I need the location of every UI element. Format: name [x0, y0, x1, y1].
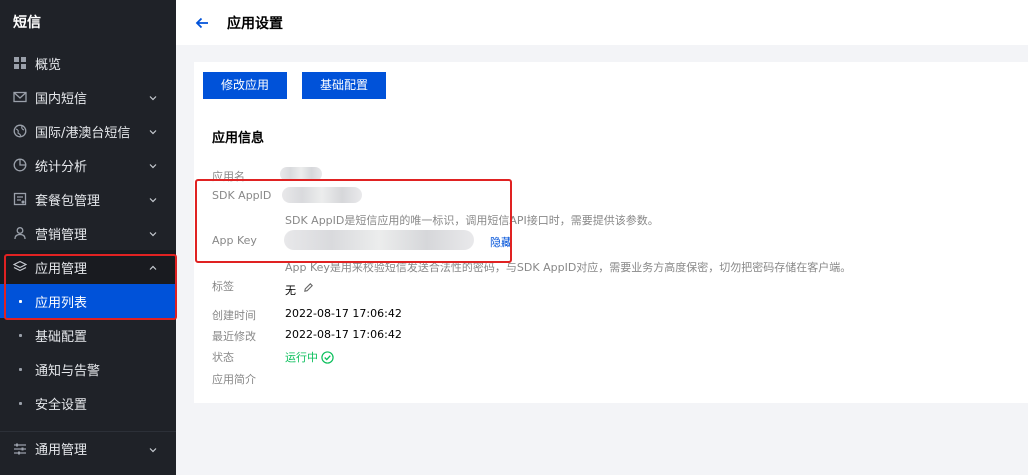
sidebar-title: 短信: [13, 15, 41, 31]
status-badge: 运行中: [285, 349, 334, 365]
sidebar-subitem-label: 应用列表: [35, 295, 88, 311]
chevron-down-icon: [148, 160, 158, 170]
chevron-down-icon: [148, 92, 158, 102]
chevron-down-icon: [148, 444, 158, 454]
chevron-down-icon: [148, 194, 158, 204]
sidebar-subitem-label: 基础配置: [35, 329, 88, 345]
globe-icon: [13, 124, 27, 138]
tag-label: 标签: [212, 280, 234, 293]
sidebar-item-general[interactable]: 通用管理: [0, 431, 176, 465]
sidebar-item-label: 国际/港澳台短信: [35, 125, 131, 141]
sidebar-item-international-sms[interactable]: 国际/港澳台短信: [0, 114, 176, 148]
sdk-appid-redacted: [282, 187, 362, 203]
sidebar-item-domestic-sms[interactable]: 国内短信: [0, 80, 176, 114]
package-icon: [13, 192, 27, 206]
app-key-label: App Key: [212, 234, 257, 247]
sidebar-item-label: 应用管理: [35, 261, 88, 277]
sidebar-subitem-label: 安全设置: [35, 397, 88, 413]
layers-icon: [13, 260, 27, 274]
sidebar-item-label: 通用管理: [35, 443, 88, 458]
sidebar-item-label: 套餐包管理: [35, 193, 101, 209]
sidebar-item-label: 统计分析: [35, 159, 88, 175]
status-text: 运行中: [285, 351, 318, 364]
sidebar-subitem-basic-config[interactable]: 基础配置: [0, 318, 176, 352]
app-name-redacted: [280, 167, 322, 181]
sliders-icon: [13, 442, 27, 456]
sidebar-item-statistics[interactable]: 统计分析: [0, 148, 176, 182]
desc-label: 应用简介: [212, 373, 256, 386]
sdk-appid-label: SDK AppID: [212, 189, 272, 202]
edit-app-button[interactable]: 修改应用: [203, 72, 288, 99]
basic-config-button[interactable]: 基础配置: [302, 72, 387, 99]
chevron-down-icon: [148, 126, 158, 136]
back-arrow-icon[interactable]: [194, 15, 210, 31]
hide-key-link[interactable]: 隐藏: [490, 234, 512, 250]
grid-icon: [13, 56, 27, 70]
sidebar-subitem-notifications[interactable]: 通知与告警: [0, 352, 176, 386]
page-title: 应用设置: [227, 15, 283, 32]
modified-value: 2022-08-17 17:06:42: [285, 328, 402, 341]
app-name-label: 应用名: [212, 170, 245, 183]
created-value: 2022-08-17 17:06:42: [285, 307, 402, 320]
mail-icon: [13, 90, 27, 104]
user-icon: [13, 226, 27, 240]
pie-chart-icon: [13, 158, 27, 172]
chevron-down-icon: [148, 228, 158, 238]
sidebar: 短信 概览 国内短信 国际/港澳台短信 统计分析 套餐包管理 营销管理 应用管理…: [0, 0, 176, 475]
sidebar-item-label: 国内短信: [35, 91, 88, 107]
section-title: 应用信息: [212, 131, 265, 146]
modified-label: 最近修改: [212, 330, 256, 343]
sdk-appid-hint: SDK AppID是短信应用的唯一标识，调用短信API接口时，需要提供该参数。: [285, 214, 659, 227]
app-key-hint: App Key是用来校验短信发送合法性的密码，与SDK AppID对应，需要业务…: [285, 261, 852, 274]
app-key-redacted: [284, 230, 474, 250]
sidebar-subitem-label: 通知与告警: [35, 363, 101, 379]
sidebar-subitem-security[interactable]: 安全设置: [0, 386, 176, 420]
edit-pencil-icon[interactable]: [303, 282, 314, 296]
sidebar-item-package[interactable]: 套餐包管理: [0, 182, 176, 216]
tag-value: 无: [285, 284, 296, 297]
created-label: 创建时间: [212, 309, 256, 322]
sidebar-item-label: 概览: [35, 57, 62, 73]
status-label: 状态: [212, 351, 234, 364]
sidebar-item-overview[interactable]: 概览: [0, 46, 176, 80]
sidebar-item-label: 营销管理: [35, 227, 88, 243]
sidebar-item-marketing[interactable]: 营销管理: [0, 216, 176, 250]
tag-value-row: 无: [285, 282, 313, 298]
chevron-up-icon: [148, 262, 158, 272]
page-header: 应用设置: [176, 0, 1028, 45]
app-info-card: 修改应用 基础配置 应用信息 应用名 SDK AppID SDK AppID是短…: [194, 62, 1028, 403]
sidebar-item-app-management[interactable]: 应用管理: [0, 250, 176, 284]
check-circle-icon: [321, 350, 334, 364]
sidebar-subitem-app-list[interactable]: 应用列表: [0, 284, 176, 318]
